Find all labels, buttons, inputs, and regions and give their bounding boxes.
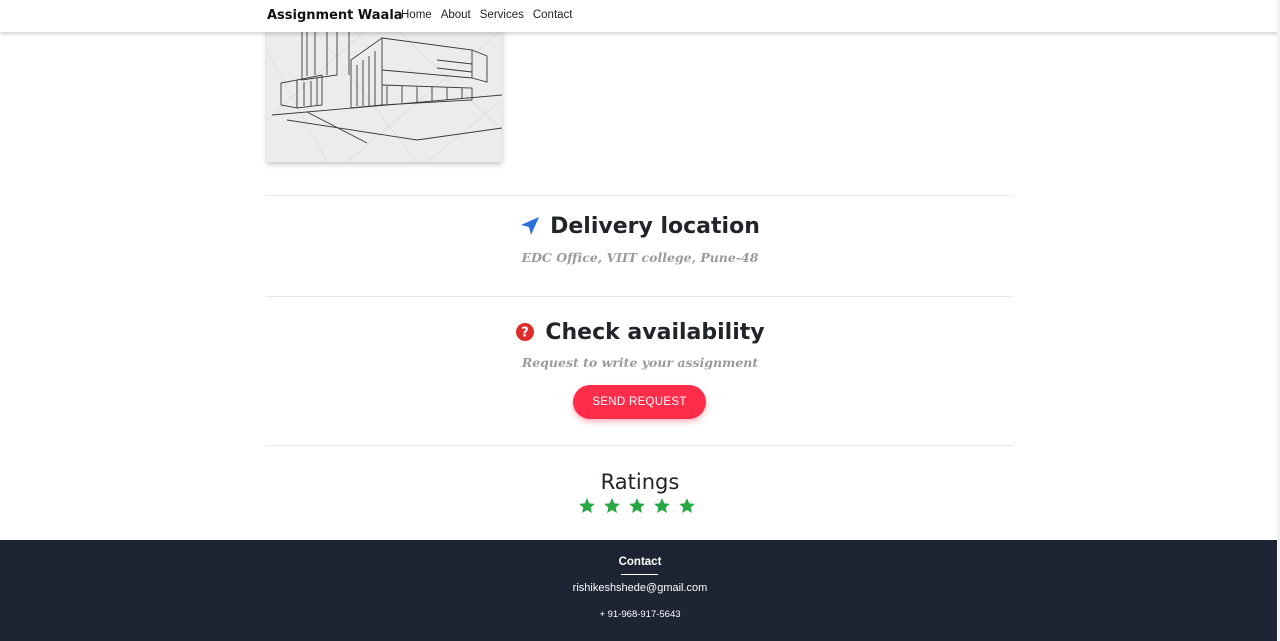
nav-services[interactable]: Services xyxy=(480,9,524,21)
nav-links: Home About Services Contact xyxy=(401,9,573,21)
svg-text:?: ? xyxy=(522,326,530,341)
building-sketch-image xyxy=(267,20,502,162)
navbar: Assignment Waala Home About Services Con… xyxy=(0,0,1280,32)
delivery-address: EDC Office, VIIT college, Pune-48 xyxy=(521,250,759,265)
footer-contact-heading: Contact xyxy=(618,556,662,568)
building-sketch-drawing xyxy=(267,20,502,162)
star-icon xyxy=(579,498,595,513)
star-icon xyxy=(654,498,670,513)
question-circle-icon: ? xyxy=(516,323,535,341)
ratings-heading: Ratings xyxy=(0,468,1280,496)
send-request-button[interactable]: SEND REQUEST xyxy=(573,385,706,419)
ratings-title: Ratings xyxy=(600,470,680,494)
star-icon xyxy=(604,498,620,513)
delivery-heading: Delivery location xyxy=(0,212,1280,240)
star-icon xyxy=(679,498,695,513)
nav-contact[interactable]: Contact xyxy=(533,9,573,21)
footer-phone[interactable]: + 91-968-917-5643 xyxy=(0,609,1280,620)
availability-heading: ? Check availability xyxy=(0,318,1280,346)
rating-stars xyxy=(578,497,696,515)
nav-home[interactable]: Home xyxy=(401,9,432,21)
star-icon xyxy=(629,498,645,513)
section-divider xyxy=(266,195,1013,196)
footer-heading-underline xyxy=(621,574,658,575)
delivery-title: Delivery location xyxy=(550,213,760,239)
nav-about[interactable]: About xyxy=(441,9,471,21)
footer-email[interactable]: rishikeshshede@gmail.com xyxy=(0,582,1280,594)
section-divider xyxy=(266,445,1013,446)
availability-title: Check availability xyxy=(545,319,765,345)
brand-logo[interactable]: Assignment Waala xyxy=(267,8,403,23)
availability-subtitle: Request to write your assignment xyxy=(521,355,759,370)
location-arrow-icon xyxy=(521,217,540,235)
section-divider xyxy=(266,296,1013,297)
footer: Contact rishikeshshede@gmail.com + 91-96… xyxy=(0,540,1280,641)
